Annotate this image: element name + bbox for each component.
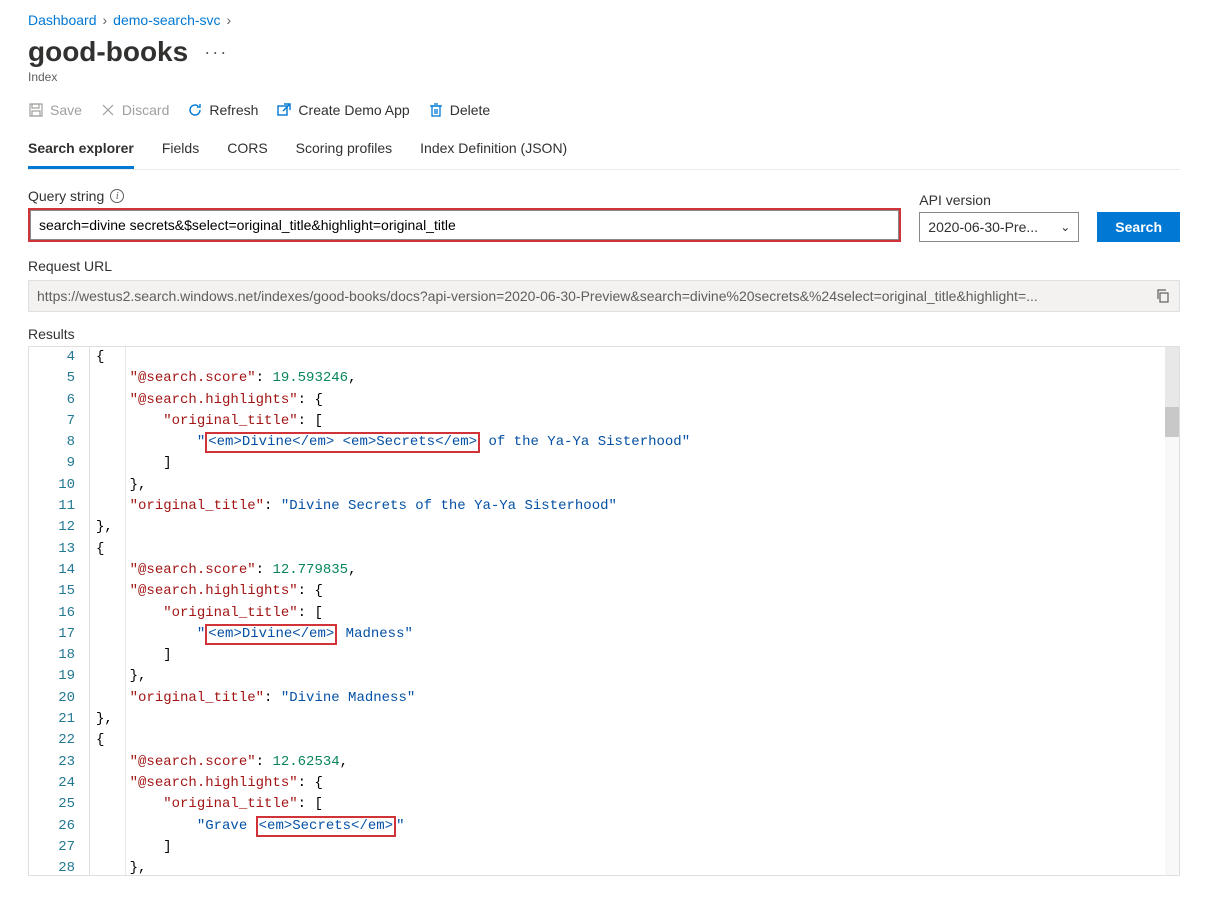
code-line: "@search.highlights": { [96,390,1179,411]
save-icon [28,102,44,118]
search-button[interactable]: Search [1097,212,1180,242]
tab-index-definition[interactable]: Index Definition (JSON) [420,132,567,169]
code-line: "<em>Divine</em> Madness" [96,624,1179,645]
minimap-scrollbar[interactable] [1165,347,1179,875]
tab-fields[interactable]: Fields [162,132,199,169]
code-line: { [96,539,1179,560]
code-line: { [96,347,1179,368]
query-highlight-box [28,208,901,242]
refresh-icon [187,102,203,118]
breadcrumb: Dashboard › demo-search-svc › [28,8,1180,36]
code-line: ] [96,837,1179,858]
tab-scoring-profiles[interactable]: Scoring profiles [296,132,393,169]
request-url-label: Request URL [28,258,1180,274]
request-url-text: https://westus2.search.windows.net/index… [37,288,1147,304]
trash-icon [428,102,444,118]
save-label: Save [50,102,82,118]
code-line: "@search.score": 19.593246, [96,368,1179,389]
chevron-right-icon: › [103,12,108,28]
page-title: good-books [28,36,188,68]
results-label: Results [28,326,1180,342]
query-string-input[interactable] [30,210,899,240]
code-line: }, [96,666,1179,687]
code-line: }, [96,709,1179,730]
api-version-value: 2020-06-30-Pre... [928,219,1038,235]
breadcrumb-dashboard[interactable]: Dashboard [28,12,97,28]
delete-button[interactable]: Delete [428,102,490,118]
discard-label: Discard [122,102,169,118]
close-icon [100,102,116,118]
tab-search-explorer[interactable]: Search explorer [28,132,134,169]
code-line: { [96,730,1179,751]
code-line: "original_title": "Divine Secrets of the… [96,496,1179,517]
code-line: "@search.score": 12.62534, [96,752,1179,773]
code-line: "original_title": [ [96,411,1179,432]
results-code-editor[interactable]: 4567891011121314151617181920212223242526… [28,346,1180,876]
code-line: "Grave <em>Secrets</em>" [96,816,1179,837]
breadcrumb-service[interactable]: demo-search-svc [113,12,220,28]
demo-label: Create Demo App [298,102,409,118]
code-line: ] [96,453,1179,474]
line-number-gutter: 4567891011121314151617181920212223242526… [29,347,89,875]
copy-icon[interactable] [1155,288,1171,304]
discard-button: Discard [100,102,169,118]
page-subtitle: Index [28,70,1180,84]
chevron-right-icon: › [227,12,232,28]
refresh-label: Refresh [209,102,258,118]
code-content: { "@search.score": 19.593246, "@search.h… [96,347,1179,875]
code-line: "@search.score": 12.779835, [96,560,1179,581]
query-string-label: Query string i [28,188,901,204]
code-line: "original_title": [ [96,794,1179,815]
code-line: ] [96,645,1179,666]
tab-cors[interactable]: CORS [227,132,267,169]
scrollbar-thumb[interactable] [1165,407,1179,437]
info-icon[interactable]: i [110,189,124,203]
request-url-box: https://westus2.search.windows.net/index… [28,280,1180,312]
code-line: "@search.highlights": { [96,773,1179,794]
toolbar: Save Discard Refresh Create Demo App Del… [28,102,1180,128]
chevron-down-icon: ⌄ [1060,220,1070,234]
code-line: "<em>Divine</em> <em>Secrets</em> of the… [96,432,1179,453]
delete-label: Delete [450,102,490,118]
api-version-label: API version [919,192,1079,208]
code-line: }, [96,475,1179,496]
code-line: "@search.highlights": { [96,581,1179,602]
create-demo-app-button[interactable]: Create Demo App [276,102,409,118]
code-line: "original_title": [ [96,603,1179,624]
tabs: Search explorer Fields CORS Scoring prof… [28,132,1180,170]
api-version-select[interactable]: 2020-06-30-Pre... ⌄ [919,212,1079,242]
code-line: "original_title": "Divine Madness" [96,688,1179,709]
code-line: }, [96,517,1179,538]
save-button: Save [28,102,82,118]
refresh-button[interactable]: Refresh [187,102,258,118]
more-actions-button[interactable]: ··· [204,42,228,63]
code-line: }, [96,858,1179,876]
external-link-icon [276,102,292,118]
